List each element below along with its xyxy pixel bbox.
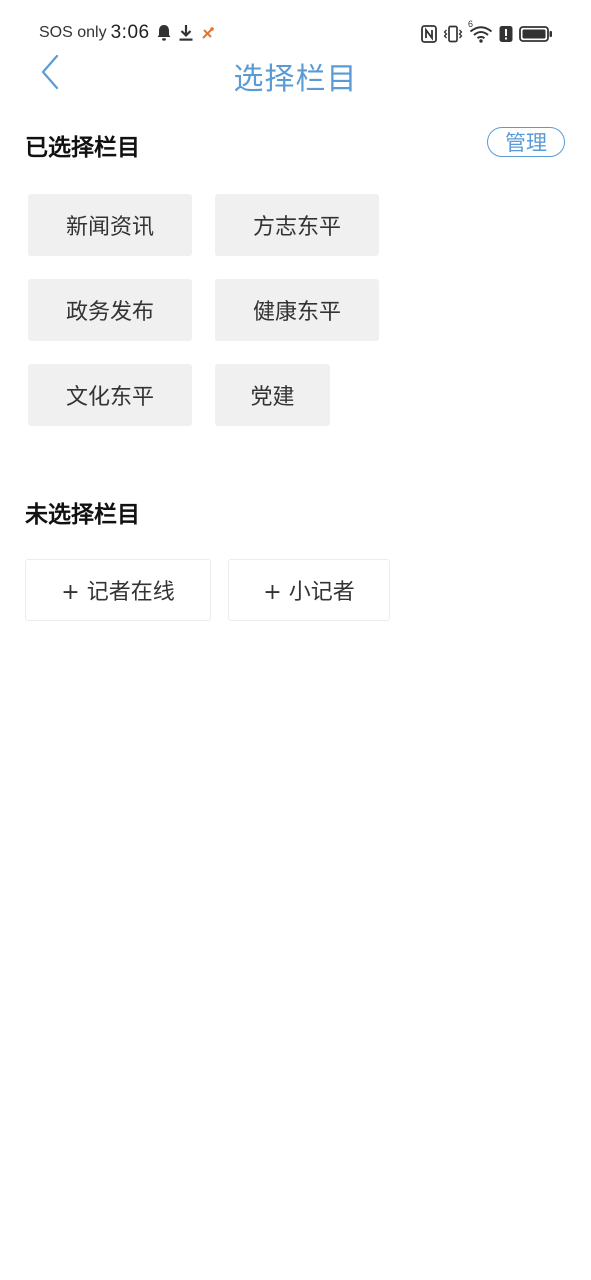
bell-icon [156, 24, 172, 42]
add-channel-chip[interactable]: + 小记者 [228, 559, 390, 621]
selected-channel-chip[interactable]: 党建 [215, 364, 330, 426]
alert-icon [499, 25, 513, 43]
wifi-badge: 6 [468, 19, 474, 29]
header-bar: 选择栏目 [0, 48, 591, 100]
selected-channel-chip[interactable]: 方志东平 [215, 194, 379, 256]
wifi-icon: 6 [468, 19, 493, 43]
download-icon [178, 24, 194, 42]
page-title: 选择栏目 [233, 62, 358, 97]
status-bar-right: 6 [415, 19, 553, 46]
nfc-icon [421, 25, 437, 43]
selected-channel-chip[interactable]: 新闻资讯 [28, 194, 192, 256]
battery-icon [519, 25, 553, 43]
status-bar-left: SOS only 3:06 [39, 20, 216, 46]
add-channel-chip[interactable]: + 记者在线 [25, 559, 211, 621]
unselected-section-title: 未选择栏目 [25, 502, 140, 528]
app-notification-icon [200, 25, 216, 41]
selected-channel-chip[interactable]: 文化东平 [28, 364, 192, 426]
vibrate-icon [443, 25, 463, 43]
carrier-label: SOS only [39, 24, 107, 41]
selected-channel-chip[interactable]: 健康东平 [215, 279, 379, 341]
selected-channel-chip[interactable]: 政务发布 [28, 279, 192, 341]
clock: 3:06 [110, 22, 150, 43]
selected-section-title: 已选择栏目 [25, 135, 140, 161]
manage-button[interactable]: 管理 [487, 127, 565, 157]
